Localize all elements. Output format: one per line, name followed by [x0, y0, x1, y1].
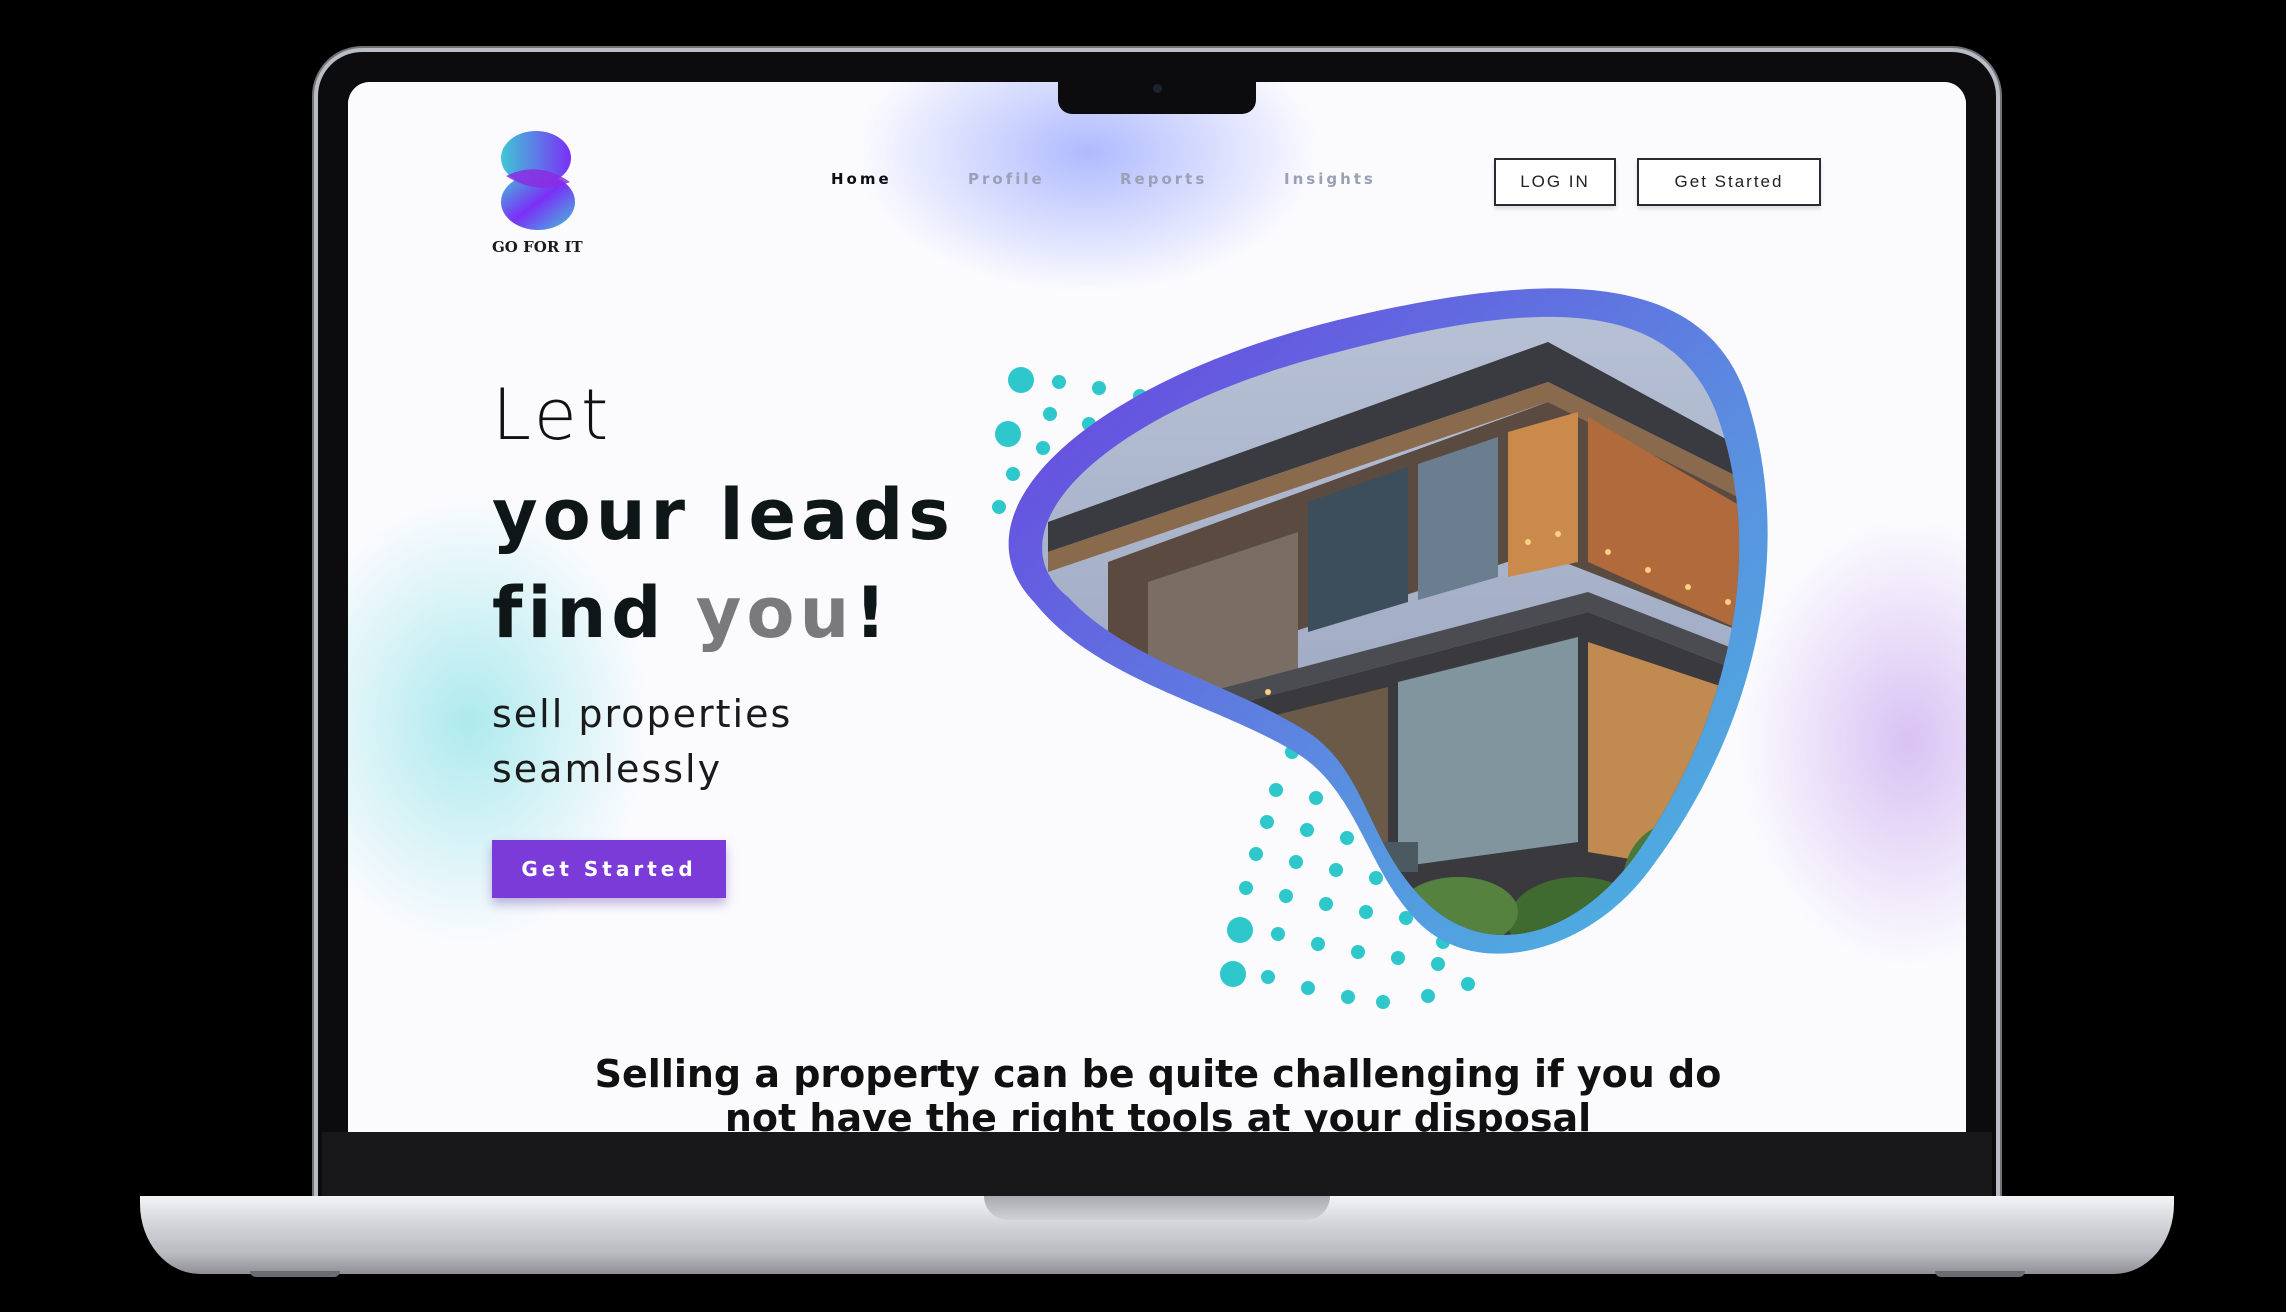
laptop-opening-notch [984, 1196, 1330, 1220]
camera-notch [1058, 78, 1256, 114]
laptop-hinge [322, 1132, 1992, 1200]
camera-icon [1153, 84, 1162, 93]
hero-artwork [992, 288, 1768, 1009]
laptop-screen: GO FOR IT Home Profile Reports Insights … [348, 82, 1966, 1132]
laptop-foot-left [250, 1271, 340, 1277]
tagline: Selling a property can be quite challeng… [594, 1052, 1722, 1132]
laptop-foot-right [1935, 1271, 2025, 1277]
